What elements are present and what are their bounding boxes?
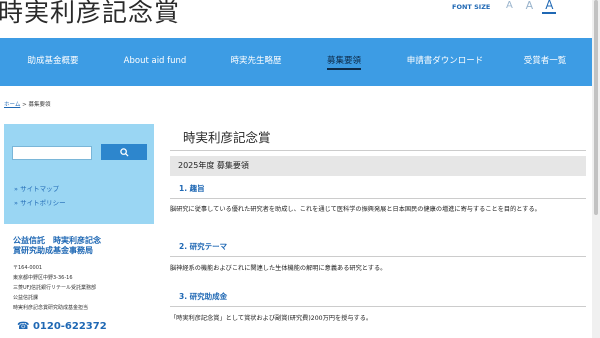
section-heading-grant: 3. 研究助成金 [170,290,586,307]
sidebar-link-sitemap[interactable]: » サイトマップ [14,183,59,193]
page-scrollbar[interactable] [592,0,600,338]
office-name-line: 公益信託 時実利彦記念 [13,236,101,245]
sidebar-link-label: サイトマップ [20,185,60,193]
breadcrumb-home-link[interactable]: ホーム [4,102,20,108]
link-bullet: » [14,199,18,207]
address-line: 東京都中野区中野3-36-16 [13,275,73,281]
section-heading-theme: 2. 研究テーマ [170,240,586,257]
nav-item-winners[interactable]: 受賞者一覧 [510,38,580,86]
nav-item-download[interactable]: 申請書ダウンロード [390,38,500,86]
section-body-purpose: 脳研究に従事している優れた研究者を助成し、これを通じて医科学の振興発展と日本国民… [170,206,541,213]
phone-number[interactable]: ☎ 0120-622372 [17,321,107,332]
nav-item-about[interactable]: About aid fund [110,38,200,86]
font-size-small-button[interactable]: A [502,1,516,12]
phone-icon: ☎ [17,321,30,332]
sidebar-panel: » サイトマップ » サイトポリシー [4,124,154,224]
section-body-theme: 脳神経系の機能およびこれに関連した生体機能の解明に意義ある研究とする。 [170,265,387,272]
breadcrumb-current: 募集要領 [28,102,51,108]
breadcrumb: ホーム > 募集要領 [4,100,50,108]
search-icon [119,148,129,157]
nav-item-biography[interactable]: 時実先生略歴 [214,38,298,86]
font-size-medium-button[interactable]: A [522,0,536,12]
phone-text: 0120-622372 [32,321,107,332]
nav-item-guidelines[interactable]: 募集要領 [310,38,378,86]
title-divider [170,150,586,151]
address-line: 時実利彦記念賞研究助成基金担当 [13,305,89,311]
main-nav: 助成基金概要 About aid fund 時実先生略歴 募集要領 申請書ダウン… [0,38,592,86]
search-button[interactable] [101,144,147,160]
site-title[interactable]: 時実利彦記念賞 [0,0,180,29]
search-input[interactable] [12,146,92,160]
page-title: 時実利彦記念賞 [183,130,271,145]
sidebar-link-label: サイトポリシー [20,199,66,207]
address-line: 三菱UFJ信託銀行リテール受託業務部 [13,285,97,291]
link-bullet: » [14,185,18,193]
scrollbar-thumb[interactable] [594,0,598,215]
address-line: 公益信託課 [13,295,39,301]
font-size-label: FONT SIZE [452,3,491,11]
section-heading-purpose: 1. 趣旨 [170,182,586,199]
section-body-grant: 「時実利彦記念賞」として賞状および副賞(研究費)200万円を授与する。 [170,315,373,322]
font-size-large-button[interactable]: A [542,0,557,14]
sidebar-link-policy[interactable]: » サイトポリシー [14,197,66,207]
office-name-line: 賞研究助成基金事務局 [13,246,93,255]
year-heading: 2025年度 募集要領 [170,156,586,176]
address-line: 〒164-0001 [13,265,43,271]
font-size-control: FONT SIZE A A A [452,0,557,14]
office-name: 公益信託 時実利彦記念 賞研究助成基金事務局 [13,236,101,256]
nav-item-overview[interactable]: 助成基金概要 [12,38,94,86]
